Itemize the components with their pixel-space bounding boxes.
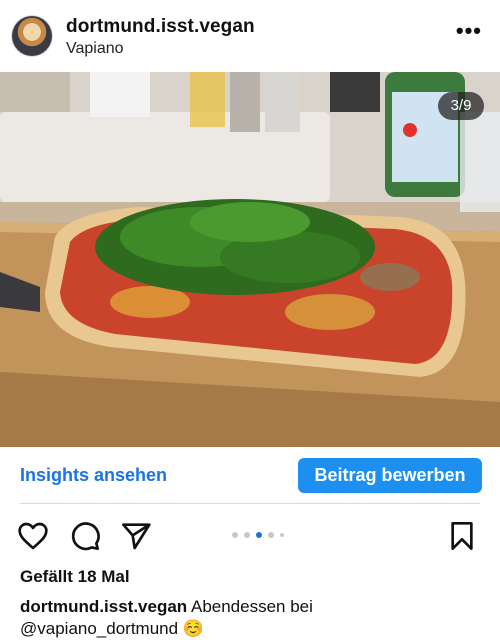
likes-count[interactable]: Gefällt 18 Mal [20, 567, 130, 587]
more-horizontal-icon[interactable]: ••• [456, 20, 482, 42]
bookmark-icon[interactable] [446, 520, 478, 552]
caption-username[interactable]: dortmund.isst.vegan [20, 597, 187, 616]
promote-button[interactable]: Beitrag bewerben [298, 458, 482, 493]
post-username[interactable]: dortmund.isst.vegan [66, 16, 255, 38]
carousel-dot [232, 532, 238, 538]
caption-text: Abendessen bei [190, 597, 313, 616]
carousel-dot [268, 532, 274, 538]
image-counter: 3/9 [438, 92, 484, 120]
carousel-dot [244, 532, 250, 538]
post-image[interactable]: 3/9 [0, 72, 500, 447]
pizza-photo [0, 72, 500, 447]
carousel-indicator [232, 531, 284, 539]
carousel-dot [280, 533, 284, 537]
caption-emoji: ☺️ [182, 619, 204, 638]
comment-icon[interactable] [69, 520, 101, 552]
divider [20, 503, 480, 504]
post-location[interactable]: Vapiano [66, 40, 124, 58]
avatar[interactable] [12, 16, 52, 56]
post-caption: dortmund.isst.vegan Abendessen bei @vapi… [20, 596, 480, 640]
carousel-dot-active [256, 532, 262, 538]
insights-link[interactable]: Insights ansehen [20, 465, 167, 486]
send-icon[interactable] [120, 520, 152, 552]
heart-icon[interactable] [17, 520, 49, 552]
caption-mention[interactable]: @vapiano_dortmund [20, 619, 178, 638]
post-header: dortmund.isst.vegan Vapiano ••• [0, 0, 500, 72]
